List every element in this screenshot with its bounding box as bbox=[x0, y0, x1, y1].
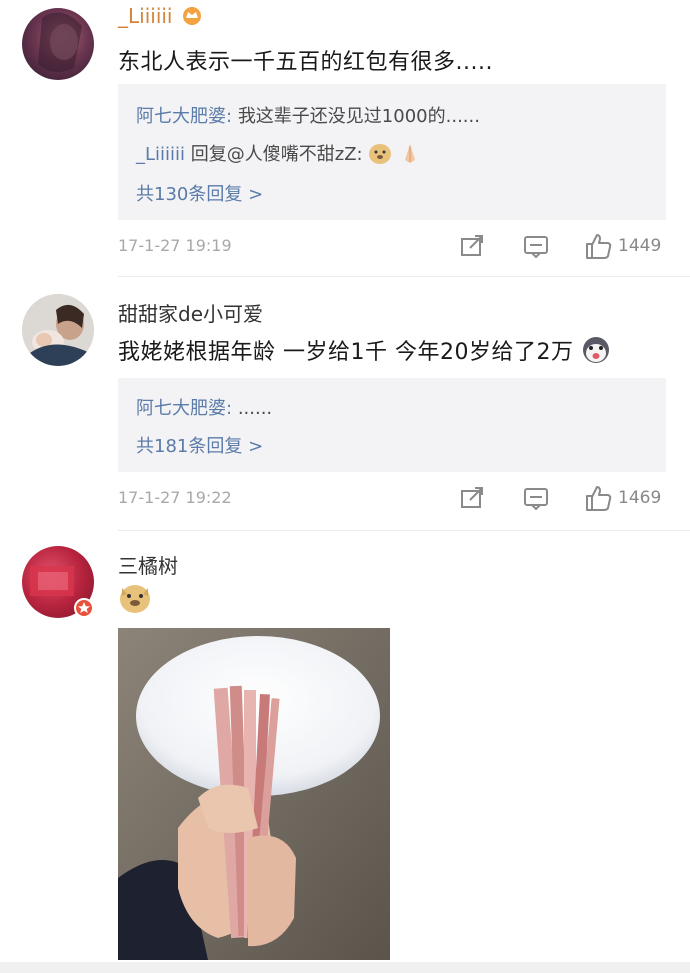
photo-image bbox=[118, 628, 390, 960]
comment-icon[interactable] bbox=[522, 232, 550, 260]
reply-line[interactable]: _Liiiiii 回复@人傻嘴不甜zZ: bbox=[136, 140, 422, 169]
reply-box[interactable]: 阿七大肥婆: 我这辈子还没见过1000的...... _Liiiiii 回复@人… bbox=[118, 84, 666, 220]
thumbs-up-icon bbox=[586, 234, 612, 259]
husky-emoji-icon bbox=[581, 336, 611, 370]
reply-username[interactable]: 阿七大肥婆: bbox=[136, 398, 232, 419]
praying-hands-emoji-icon bbox=[398, 142, 422, 169]
reply-username[interactable]: 阿七大肥婆: bbox=[136, 106, 232, 127]
crown-badge-icon bbox=[181, 5, 203, 30]
reply-username[interactable]: _Liiiiii bbox=[136, 144, 185, 165]
comment-item: _Liiiiii 东北人表示一千五百的红包有很多..... 阿七大肥婆: 我这辈… bbox=[0, 0, 690, 280]
comment-text: 东北人表示一千五百的红包有很多..... bbox=[118, 50, 493, 75]
avatar[interactable] bbox=[22, 8, 94, 80]
more-replies-link[interactable]: 共181条回复 > bbox=[136, 432, 263, 458]
reply-text: ...... bbox=[237, 398, 273, 419]
divider bbox=[118, 530, 690, 531]
comment-item: 甜甜家de小可爱 我姥姥根据年龄 一岁给1千 今年20岁给了2万 阿七大肥婆: … bbox=[0, 280, 690, 532]
comment-meta: 17-1-27 19:22 1469 bbox=[118, 484, 668, 514]
username[interactable]: 甜甜家de小可爱 bbox=[118, 298, 263, 327]
avatar-image bbox=[22, 294, 94, 366]
username[interactable]: 三橘树 bbox=[118, 550, 178, 579]
like-button[interactable] bbox=[584, 232, 614, 260]
comment-meta: 17-1-27 19:19 1449 bbox=[118, 232, 668, 262]
comment-item: 三橘树 bbox=[0, 532, 690, 973]
avatar[interactable] bbox=[22, 294, 94, 366]
reply-box[interactable]: 阿七大肥婆: ...... 共181条回复 > bbox=[118, 378, 666, 472]
thumbs-up-icon bbox=[586, 486, 612, 511]
doge-emoji-icon bbox=[368, 142, 392, 169]
reply-text: 回复@人傻嘴不甜zZ: bbox=[190, 144, 363, 165]
like-button[interactable] bbox=[584, 484, 614, 512]
comment-icon[interactable] bbox=[522, 484, 550, 512]
username[interactable]: _Liiiiii bbox=[118, 4, 203, 30]
share-icon[interactable] bbox=[458, 484, 486, 512]
timestamp: 17-1-27 19:19 bbox=[118, 236, 232, 255]
doge-emoji-icon bbox=[118, 582, 152, 618]
share-icon[interactable] bbox=[458, 232, 486, 260]
timestamp: 17-1-27 19:22 bbox=[118, 488, 232, 507]
attached-photo[interactable] bbox=[118, 628, 390, 960]
verified-badge-icon bbox=[74, 598, 94, 622]
comment-text: 我姥姥根据年龄 一岁给1千 今年20岁给了2万 bbox=[118, 334, 611, 370]
more-replies-link[interactable]: 共130条回复 > bbox=[136, 180, 263, 206]
divider bbox=[118, 276, 690, 277]
like-count: 1449 bbox=[618, 236, 662, 256]
avatar-image bbox=[38, 12, 82, 73]
like-count: 1469 bbox=[618, 488, 662, 508]
reply-line[interactable]: 阿七大肥婆: 我这辈子还没见过1000的...... bbox=[136, 102, 480, 128]
reply-text: 我这辈子还没见过1000的...... bbox=[237, 106, 480, 127]
bottom-bar bbox=[0, 962, 690, 973]
reply-line[interactable]: 阿七大肥婆: ...... bbox=[136, 394, 272, 420]
